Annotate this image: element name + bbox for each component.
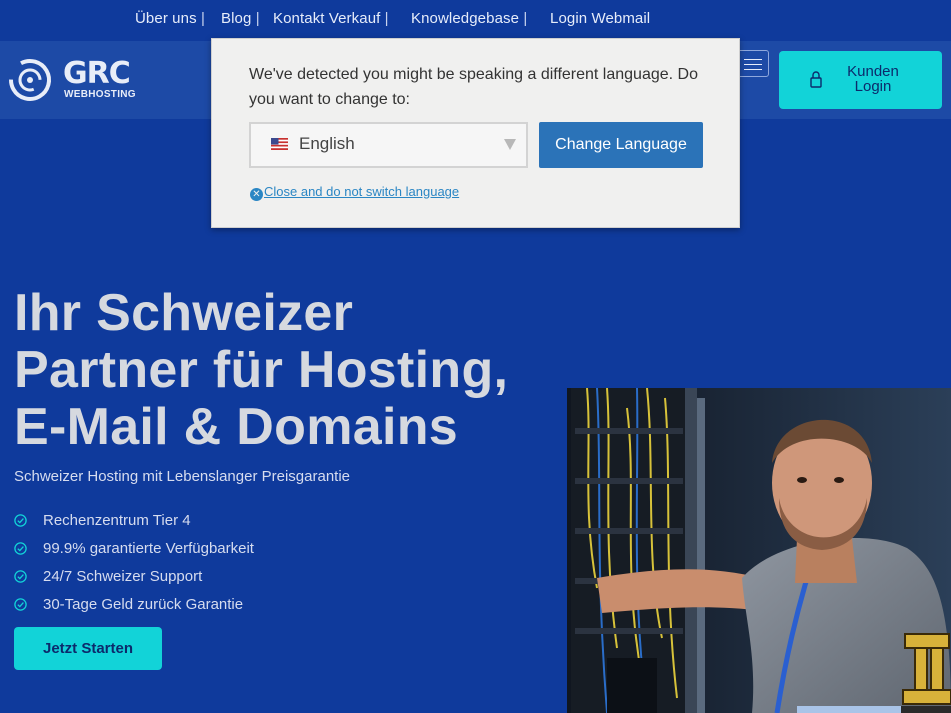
hero-title-line-3: E-Mail & Domains bbox=[14, 398, 458, 456]
hamburger-menu-button[interactable] bbox=[737, 50, 769, 77]
top-nav-separator: | bbox=[196, 10, 205, 27]
login-label-line-1: Kunden bbox=[847, 63, 899, 80]
hero-title-line-2: Partner für Hosting, bbox=[14, 341, 509, 399]
webhostingtop-watermark-icon bbox=[901, 633, 951, 713]
check-circle-icon bbox=[14, 514, 27, 527]
close-link-text: Close and do not switch language bbox=[264, 184, 460, 199]
close-circle-icon: ✕ bbox=[250, 188, 263, 201]
hero-title-line-1: Ihr Schweizer bbox=[14, 284, 354, 342]
check-circle-icon bbox=[14, 542, 27, 555]
top-nav-separator: | bbox=[251, 10, 260, 27]
language-detection-popup: We've detected you might be speaking a d… bbox=[211, 38, 740, 228]
logo-wordmark: GRC bbox=[63, 56, 131, 91]
us-flag-icon bbox=[271, 138, 288, 150]
get-started-button[interactable]: Jetzt Starten bbox=[14, 627, 162, 670]
menu-line bbox=[744, 69, 762, 70]
brand-logo[interactable]: GRC WEBHOSTING bbox=[8, 56, 153, 106]
feature-item: 99.9% garantierte Verfügbarkeit bbox=[14, 539, 314, 559]
language-select[interactable]: English bbox=[249, 122, 528, 168]
logo-swirl-icon bbox=[8, 59, 51, 101]
top-nav-label: Kontakt Verkauf bbox=[273, 10, 381, 27]
change-language-button[interactable]: Change Language bbox=[539, 122, 703, 168]
check-circle-icon bbox=[14, 598, 27, 611]
customer-login-label: Kunden Login bbox=[833, 64, 913, 94]
top-nav-webmail-link[interactable]: Login Webmail bbox=[550, 10, 650, 27]
selected-language: English bbox=[299, 134, 355, 153]
hero-subtitle: Schweizer Hosting mit Lebenslanger Preis… bbox=[14, 468, 351, 485]
hero-photo bbox=[567, 388, 951, 713]
top-nav-label: Über uns bbox=[135, 10, 197, 27]
top-nav-label: Login Webmail bbox=[550, 10, 651, 27]
feature-item: 30-Tage Geld zurück Garantie bbox=[14, 595, 314, 615]
server-room-technician-image bbox=[567, 388, 951, 713]
top-nav-label: Blog bbox=[221, 10, 252, 27]
feature-text: Rechenzentrum Tier 4 bbox=[43, 512, 191, 529]
top-nav-separator: | bbox=[380, 10, 389, 27]
close-language-popup-link[interactable]: ✕ Close and do not switch language bbox=[250, 184, 459, 201]
dropdown-arrow-icon bbox=[504, 139, 516, 150]
check-circle-icon bbox=[14, 570, 27, 583]
feature-item: 24/7 Schweizer Support bbox=[14, 567, 314, 587]
top-nav-about-link[interactable]: Über uns | bbox=[135, 10, 205, 27]
top-nav: Über uns | Blog | Kontakt Verkauf | Know… bbox=[0, 0, 951, 41]
top-nav-separator: | bbox=[519, 10, 528, 27]
top-nav-knowledgebase-link[interactable]: Knowledgebase | bbox=[411, 10, 527, 27]
top-nav-blog-link[interactable]: Blog | bbox=[221, 10, 260, 27]
feature-text: 99.9% garantierte Verfügbarkeit bbox=[43, 540, 254, 557]
feature-text: 30-Tage Geld zurück Garantie bbox=[43, 596, 244, 613]
feature-item: Rechenzentrum Tier 4 bbox=[14, 511, 314, 531]
customer-login-button[interactable]: Kunden Login bbox=[779, 51, 942, 109]
login-label-line-2: Login bbox=[854, 78, 892, 95]
top-nav-sales-contact-link[interactable]: Kontakt Verkauf | bbox=[273, 10, 389, 27]
top-nav-label: Knowledgebase bbox=[411, 10, 520, 27]
feature-text: 24/7 Schweizer Support bbox=[43, 568, 203, 585]
logo-subtitle: WEBHOSTING bbox=[64, 89, 136, 100]
menu-line bbox=[744, 64, 762, 65]
language-popup-message: We've detected you might be speaking a d… bbox=[249, 66, 698, 108]
lock-icon bbox=[810, 71, 822, 88]
hero-title: Ihr Schweizer Partner für Hosting, E-Mai… bbox=[14, 285, 574, 456]
menu-line bbox=[744, 59, 762, 60]
